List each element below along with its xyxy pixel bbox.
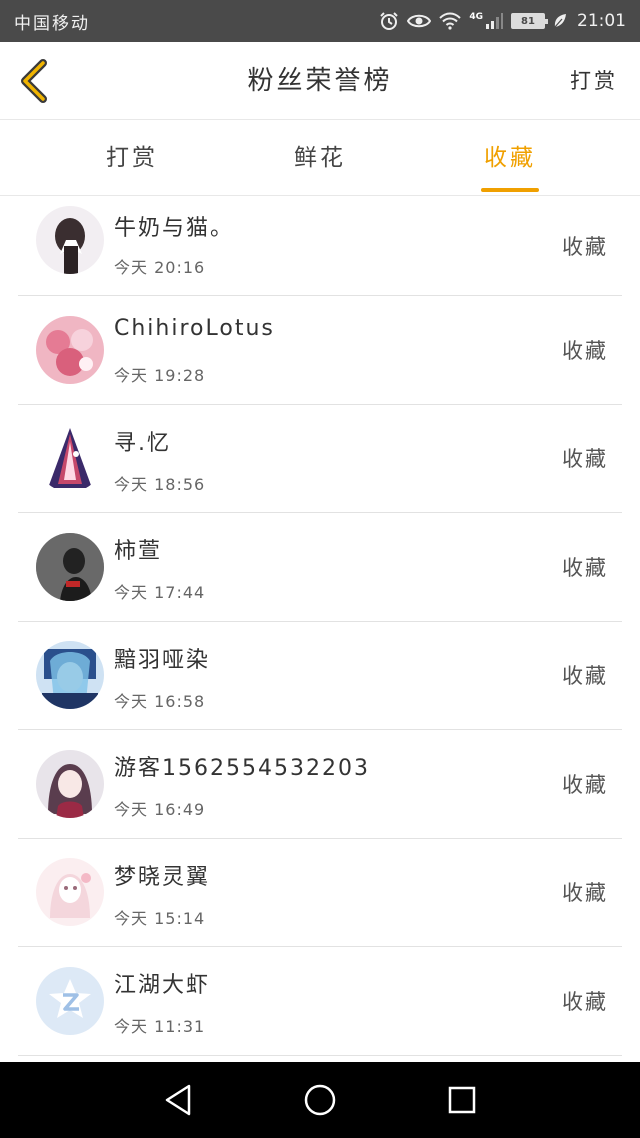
tab-collect[interactable]: 收藏 [478, 121, 542, 196]
avatar[interactable] [36, 206, 104, 274]
network-type: 4G [469, 12, 483, 22]
timestamp: 今天 16:58 [114, 691, 206, 711]
list-item[interactable]: 黯羽哑染 今天 16:58 收藏 [18, 622, 622, 730]
nav-back-button[interactable] [138, 1062, 218, 1138]
list-item[interactable]: ChihiroLotus 今天 19:28 收藏 [18, 296, 622, 405]
nav-recents-button[interactable] [422, 1062, 502, 1138]
eye-comfort-icon [407, 12, 432, 30]
battery-level: 81 [513, 15, 543, 27]
action-label: 收藏 [562, 447, 608, 472]
triangle-back-icon [165, 1084, 191, 1116]
timestamp: 今天 15:14 [114, 908, 206, 928]
avatar[interactable] [36, 966, 104, 1035]
list-item[interactable]: 柿萱 今天 17:44 收藏 [18, 513, 622, 622]
timestamp: 今天 18:56 [114, 474, 206, 494]
user-name: 梦晓灵翼 [114, 864, 211, 890]
list-item[interactable]: 游客1562554532203 今天 16:49 收藏 [18, 730, 622, 839]
timestamp: 今天 19:28 [114, 366, 206, 385]
fans-list[interactable]: 牛奶与猫。 今天 20:16 收藏 ChihiroLotus 今天 19:28 … [0, 196, 640, 1062]
signal-icon [485, 12, 503, 30]
action-label: 收藏 [562, 338, 608, 363]
tab-label: 鲜花 [294, 145, 346, 171]
circle-home-icon [304, 1084, 336, 1116]
square-recents-icon [448, 1086, 476, 1114]
tab-reward[interactable]: 打赏 [100, 121, 164, 196]
page-title: 粉丝荣誉榜 [247, 66, 393, 96]
nav-home-button[interactable] [280, 1062, 360, 1138]
app-header: 粉丝荣誉榜 打赏 [0, 42, 640, 120]
tab-label: 收藏 [484, 145, 536, 171]
action-label: 收藏 [562, 234, 608, 259]
timestamp: 今天 11:31 [114, 1017, 206, 1036]
system-nav-bar [0, 1062, 640, 1138]
leaf-icon [553, 13, 567, 29]
action-label: 收藏 [562, 555, 608, 580]
user-name: 游客1562554532203 [114, 756, 370, 781]
user-name: 柿萱 [114, 539, 163, 564]
timestamp: 今天 16:49 [114, 800, 206, 819]
avatar[interactable] [36, 532, 104, 601]
action-label: 收藏 [562, 664, 608, 689]
avatar[interactable] [36, 749, 104, 818]
action-label: 收藏 [562, 989, 608, 1014]
user-name: 黯羽哑染 [114, 647, 211, 673]
tab-bar: 打赏 鲜花 收藏 [0, 121, 640, 196]
user-name: 牛奶与猫。 [114, 216, 235, 241]
user-name: ChihiroLotus [114, 316, 275, 341]
timestamp: 今天 20:16 [114, 258, 206, 277]
battery-icon: 81 [511, 13, 548, 29]
reward-button[interactable]: 打赏 [570, 42, 618, 120]
tab-flowers[interactable]: 鲜花 [288, 121, 352, 196]
carrier-name: 中国移动 [14, 13, 90, 34]
active-tab-indicator [481, 188, 539, 192]
user-name: 寻.忆 [114, 430, 171, 456]
status-icons: 4G 81 21:01 [379, 11, 626, 31]
alarm-icon [379, 11, 399, 31]
wifi-icon [439, 12, 462, 30]
action-label: 收藏 [562, 772, 608, 797]
list-item[interactable]: 江湖大虾 今天 11:31 收藏 [18, 947, 622, 1056]
status-bar: 中国移动 4G 81 21:01 [0, 0, 640, 42]
list-item[interactable]: 牛奶与猫。 今天 20:16 收藏 [18, 196, 622, 296]
tab-label: 打赏 [106, 145, 158, 171]
avatar[interactable] [36, 315, 104, 384]
action-label: 收藏 [562, 881, 608, 906]
list-item[interactable]: 寻.忆 今天 18:56 收藏 [18, 405, 622, 513]
user-name: 江湖大虾 [114, 973, 211, 998]
avatar[interactable] [36, 858, 104, 927]
timestamp: 今天 17:44 [114, 583, 206, 602]
avatar[interactable] [36, 641, 104, 710]
avatar[interactable] [36, 424, 104, 493]
clock: 21:01 [577, 11, 626, 31]
list-item[interactable]: 梦晓灵翼 今天 15:14 收藏 [18, 839, 622, 947]
